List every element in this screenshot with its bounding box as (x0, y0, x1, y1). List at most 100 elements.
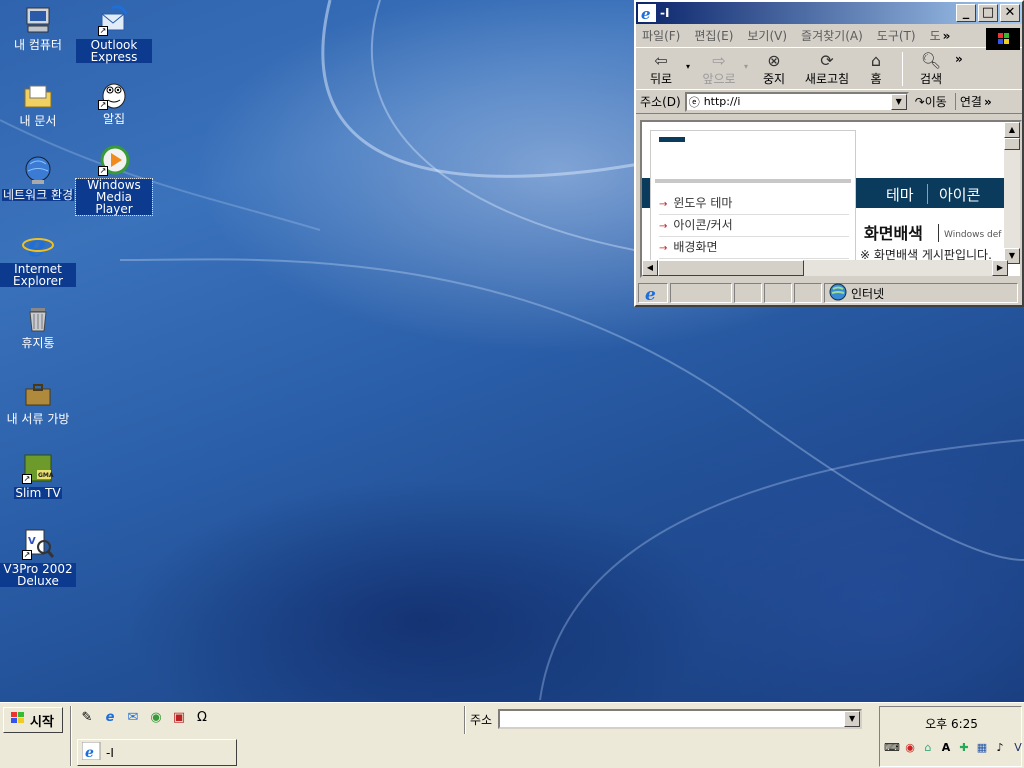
ie-window[interactable]: e -I _ □ ✕ 파일(F) 편집(E) 보기(V) 즐겨찾기(A) 도구(… (634, 0, 1024, 307)
start-button[interactable]: 시작 (3, 707, 63, 733)
taskbar-window-title: -I (106, 745, 114, 760)
record-icon[interactable]: ◉ (902, 739, 918, 757)
taskbar-window-button[interactable]: e -I (77, 739, 237, 766)
minimize-button[interactable]: _ (956, 4, 976, 22)
monitor-icon[interactable]: ▦ (974, 739, 990, 757)
clock[interactable]: 오후 6:25 (880, 715, 1023, 732)
v3-tray-icon[interactable]: V (1010, 739, 1024, 757)
horizontal-scrollbar[interactable]: ◀ ▶ (642, 260, 1008, 276)
browser-viewport[interactable]: 테마 아이콘 → 윈도우 테마 → 아이콘/커서 → 배경화면 화면배색 Window… (640, 120, 1022, 278)
network-icon-item[interactable]: 네트워크 환경 (0, 154, 76, 201)
internet-explorer-icon[interactable]: e (101, 709, 119, 727)
home-button[interactable]: ⌂ 홈 (858, 52, 894, 87)
desktop-icon-label: 내 서류 가방 (6, 412, 70, 426)
alzip-icon[interactable]: ▣ (170, 709, 188, 727)
outlook-express-icon-item[interactable]: ↗ Outlook Express (76, 4, 152, 63)
back-button[interactable]: ⇦ 뒤로 (636, 52, 686, 87)
menu-item-icon-cursor[interactable]: → 아이콘/커서 (659, 215, 849, 237)
page-heading: 화면배색 (864, 224, 923, 243)
nav-icon[interactable]: 아이콘 (939, 184, 980, 205)
go-arrow-icon: ↷ (914, 95, 925, 109)
menu-item-wallpaper[interactable]: → 배경화면 (659, 237, 849, 259)
window-titlebar[interactable]: e -I _ □ ✕ (636, 2, 1022, 24)
menu-tools[interactable]: 도구(T) (877, 27, 916, 44)
stop-button[interactable]: ⊗ 중지 (752, 52, 796, 87)
slim-tv-logo-text: GMA (38, 472, 54, 479)
briefcase-icon-item[interactable]: 내 서류 가방 (0, 378, 76, 425)
quick-launch: ✎ e ✉ ◉ ▣ Ω (78, 709, 216, 727)
shortcut-arrow-icon: ↗ (22, 550, 32, 560)
links-label[interactable]: 연결 (954, 93, 982, 110)
taskbar: 시작 ✎ e ✉ ◉ ▣ Ω 주소 ▼ e -I 오후 6:25 ⌨ ◉ ⌂ A… (0, 702, 1024, 768)
toolbar-separator (902, 52, 903, 86)
address-bar: 주소(D) ⓔ http://i ▼ ↷이동 연결 » (636, 90, 1022, 114)
address-label: 주소(D) (640, 95, 681, 109)
close-button[interactable]: ✕ (1000, 4, 1020, 22)
nav-theme[interactable]: 테마 (886, 184, 914, 205)
headset-icon[interactable]: Ω (193, 709, 211, 727)
ie-task-icon: e (81, 741, 102, 763)
shortcut-arrow-icon: ↗ (22, 474, 32, 484)
media-player-icon[interactable]: ◉ (147, 709, 165, 727)
menu-file[interactable]: 파일(F) (642, 27, 680, 44)
recycle-bin-icon-item[interactable]: 휴지통 (0, 302, 76, 349)
tray-icons: ⌨ ◉ ⌂ A ✚ ▦ ♪ V (884, 739, 1024, 757)
menu-header-bar (659, 137, 685, 142)
address-dropdown-icon[interactable]: ▼ (890, 93, 907, 110)
scroll-thumb[interactable] (1004, 138, 1020, 150)
vertical-scrollbar[interactable]: ▲ ▼ (1004, 122, 1020, 264)
menu-rule (655, 179, 851, 183)
windows-media-player-icon-item[interactable]: ↗ Windows Media Player (75, 144, 153, 216)
my-computer-icon (22, 4, 54, 36)
toolbar-chevron[interactable]: » (955, 52, 963, 66)
alzip-icon-item[interactable]: ↗ 알집 (76, 78, 152, 125)
page-heading-sub: Windows def (944, 230, 1002, 240)
hscroll-thumb[interactable] (658, 260, 804, 276)
desktop-icon-label: 내 문서 (19, 114, 57, 128)
status-segment (764, 283, 792, 303)
internet-explorer-icon-item[interactable]: e Internet Explorer (0, 228, 76, 287)
alzip-icon: ↗ (98, 78, 130, 110)
links-chevron[interactable]: » (984, 95, 992, 109)
volume-icon[interactable]: ♪ (992, 739, 1008, 757)
taskbar-address-label: 주소 (470, 712, 493, 727)
outlook-express-icon[interactable]: ✉ (124, 709, 142, 727)
keyboard-icon[interactable]: ⌨ (884, 739, 900, 757)
refresh-button[interactable]: ⟳ 새로고침 (796, 52, 858, 87)
desktop-icon-label: 휴지통 (21, 336, 55, 350)
stop-label: 중지 (762, 72, 786, 86)
shortcut-arrow-icon: ↗ (98, 100, 108, 110)
svg-text:e: e (645, 285, 656, 302)
taskbar-separator (70, 706, 72, 766)
menu-chevron[interactable]: » (943, 29, 951, 43)
forward-dropdown-icon[interactable]: ▾ (744, 52, 752, 71)
go-button[interactable]: ↷이동 (915, 93, 947, 110)
menu-favorites[interactable]: 즐겨찾기(A) (801, 27, 863, 44)
taskbar-address-input[interactable]: ▼ (498, 709, 863, 729)
scroll-up-button[interactable]: ▲ (1004, 122, 1020, 138)
back-dropdown-icon[interactable]: ▾ (686, 52, 694, 71)
forward-button[interactable]: ⇨ 앞으로 (694, 52, 744, 87)
media-player-icon: ↗ (98, 144, 130, 176)
network-icon[interactable]: ⌂ (920, 739, 936, 757)
taskbar-address-dropdown-icon[interactable]: ▼ (844, 711, 861, 727)
slim-tv-icon-item[interactable]: GMA ↗ Slim TV (0, 452, 76, 499)
my-computer-icon-item[interactable]: 내 컴퓨터 (0, 4, 76, 51)
menu-edit[interactable]: 편집(E) (694, 27, 733, 44)
show-desktop-icon[interactable]: ✎ (78, 709, 96, 727)
search-button[interactable]: 🔍︎ 검색 (911, 52, 951, 87)
menu-item-windows-theme[interactable]: → 윈도우 테마 (659, 193, 849, 215)
internet-zone-icon (829, 283, 847, 304)
antivirus-icon[interactable]: ✚ (956, 739, 972, 757)
address-input[interactable]: ⓔ http://i ▼ (684, 91, 909, 112)
menu-view[interactable]: 보기(V) (747, 27, 787, 44)
my-documents-icon-item[interactable]: 내 문서 (0, 80, 76, 127)
scroll-left-button[interactable]: ◀ (642, 260, 658, 276)
maximize-button[interactable]: □ (978, 4, 998, 22)
v3pro-icon-item[interactable]: V ↗ V3Pro 2002 Deluxe (0, 528, 76, 587)
ime-icon[interactable]: A (938, 739, 954, 757)
scroll-right-button[interactable]: ▶ (992, 260, 1008, 276)
menu-help[interactable]: 도 (930, 27, 941, 44)
nav-divider (927, 184, 928, 204)
globe-network-icon (22, 154, 54, 186)
